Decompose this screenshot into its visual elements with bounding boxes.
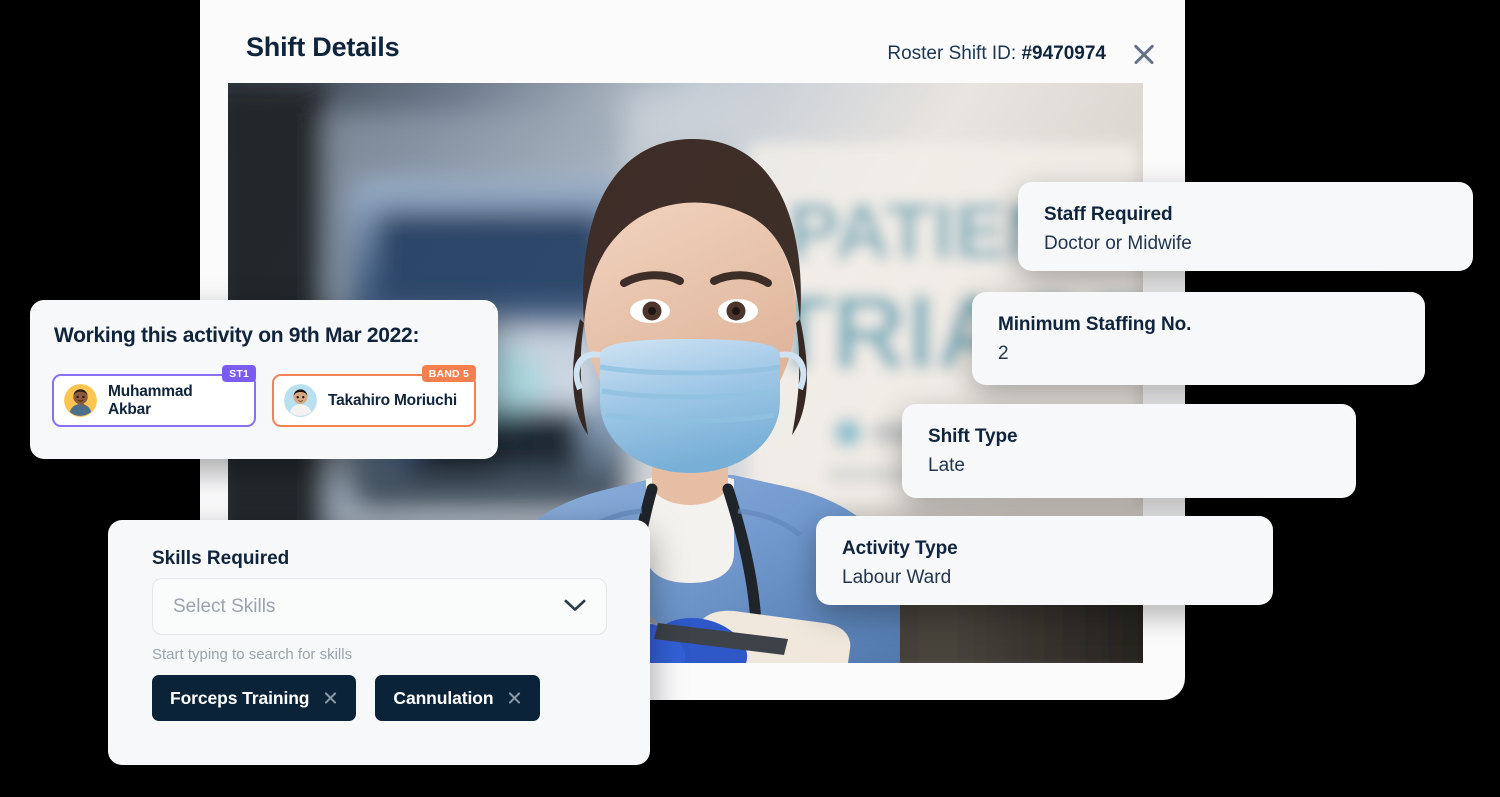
info-card-label: Shift Type (928, 426, 1018, 447)
working-this-activity-card: Working this activity on 9th Mar 2022: M… (30, 300, 498, 459)
avatar (284, 384, 317, 417)
chevron-down-icon[interactable] (564, 599, 586, 612)
info-card-shift-type: Shift Type Late (902, 404, 1356, 498)
working-this-activity-title: Working this activity on 9th Mar 2022: (54, 324, 420, 347)
roster-shift-id-value: #9470974 (1021, 43, 1106, 64)
skills-hint-text: Start typing to search for skills (152, 646, 353, 663)
info-card-label: Staff Required (1044, 204, 1173, 225)
info-card-value: 2 (998, 343, 1009, 364)
skill-chip-cannulation[interactable]: Cannulation (375, 675, 541, 721)
skills-required-label: Skills Required (152, 548, 290, 569)
staff-list: Muhammad Akbar ST1 Takahiro Moriuchi BAN… (52, 365, 476, 427)
staff-grade-badge: ST1 (222, 365, 256, 382)
close-icon[interactable] (1128, 38, 1160, 70)
staff-name-line1: Muhammad (108, 382, 193, 400)
remove-skill-icon[interactable] (507, 691, 522, 706)
info-card-minimum-staffing: Minimum Staffing No. 2 (972, 292, 1425, 385)
page-title: Shift Details (246, 32, 400, 62)
skills-required-card: Skills Required Select Skills Start typi… (108, 520, 650, 765)
avatar-illustration (284, 384, 317, 417)
info-card-activity-type: Activity Type Labour Ward (816, 516, 1273, 605)
avatar-illustration (64, 384, 97, 417)
remove-skill-icon[interactable] (323, 691, 338, 706)
info-card-label: Minimum Staffing No. (998, 314, 1192, 335)
staff-grade-badge: BAND 5 (421, 365, 476, 382)
staff-chip-muhammad-akbar[interactable]: Muhammad Akbar ST1 (52, 365, 256, 427)
info-card-label: Activity Type (842, 538, 958, 559)
skills-input-placeholder: Select Skills (173, 595, 276, 617)
staff-name-line2: Akbar (108, 400, 151, 418)
skill-chip-label: Forceps Training (170, 687, 310, 708)
info-card-value: Late (928, 455, 965, 476)
roster-shift-id: Roster Shift ID: #9470974 (887, 43, 1106, 65)
skill-chip-label: Cannulation (393, 687, 494, 708)
skills-select[interactable]: Select Skills (152, 578, 607, 635)
roster-shift-id-prefix: Roster Shift ID: (887, 43, 1022, 64)
staff-name: Takahiro Moriuchi (328, 392, 457, 410)
modal-header-right: Roster Shift ID: #9470974 (887, 38, 1160, 70)
skill-chip-forceps-training[interactable]: Forceps Training (152, 675, 357, 721)
info-card-value: Labour Ward (842, 567, 952, 588)
info-card-staff-required: Staff Required Doctor or Midwife (1018, 182, 1473, 271)
avatar (64, 384, 97, 417)
screenshot-stage: Shift Details Roster Shift ID: #9470974 (0, 0, 1500, 797)
selected-skill-chips: Forceps Training Cannulation (152, 675, 541, 721)
staff-name: Muhammad Akbar (108, 383, 193, 419)
staff-chip-takahiro-moriuchi[interactable]: Takahiro Moriuchi BAND 5 (272, 365, 476, 427)
info-card-value: Doctor or Midwife (1044, 233, 1192, 254)
staff-name-line1: Takahiro Moriuchi (328, 391, 457, 409)
